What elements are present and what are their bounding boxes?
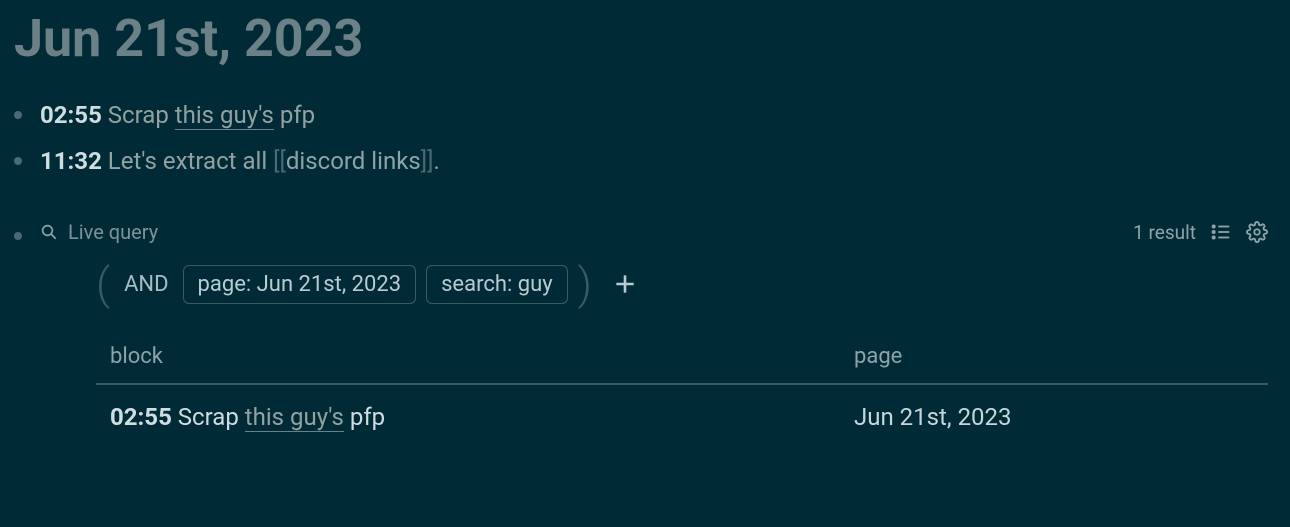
table-row[interactable]: 02:55 Scrap this guy's pfp Jun 21st, 202… bbox=[96, 385, 1268, 431]
page-reference-link[interactable]: discord links bbox=[286, 147, 421, 175]
result-time: 02:55 bbox=[110, 403, 172, 431]
result-count: 1 result bbox=[1133, 221, 1196, 244]
gear-icon[interactable] bbox=[1246, 221, 1268, 243]
block-time: 02:55 bbox=[40, 101, 102, 129]
result-text-post: pfp bbox=[344, 403, 385, 431]
add-filter-button[interactable] bbox=[612, 271, 638, 297]
page-title: Jun 21st, 2023 bbox=[0, 0, 1290, 99]
list-view-icon[interactable] bbox=[1210, 221, 1232, 243]
query-label: Live query bbox=[68, 220, 158, 244]
bullet-icon[interactable] bbox=[14, 157, 22, 165]
query-filter-row: ( AND page: Jun 21st, 2023 search: guy ) bbox=[96, 262, 1290, 306]
filter-chip-search[interactable]: search: guy bbox=[426, 265, 568, 304]
block-time: 11:32 bbox=[40, 147, 102, 175]
table-header: block page bbox=[96, 344, 1268, 385]
block-text-pre: Scrap bbox=[102, 101, 175, 129]
block-text-pre: Let's extract all bbox=[102, 147, 273, 175]
filter-chip-page[interactable]: page: Jun 21st, 2023 bbox=[183, 265, 417, 304]
column-header-block[interactable]: block bbox=[96, 344, 854, 369]
bullet-icon[interactable] bbox=[14, 111, 22, 119]
search-icon bbox=[40, 223, 58, 241]
query-results-table: block page 02:55 Scrap this guy's pfp Ju… bbox=[96, 344, 1268, 431]
column-header-page[interactable]: page bbox=[854, 344, 1268, 369]
paren-close: ) bbox=[578, 262, 592, 306]
paren-open: ( bbox=[96, 262, 110, 306]
block-text-post: . bbox=[434, 147, 440, 175]
block-link[interactable]: this guy's bbox=[175, 101, 274, 130]
block-content[interactable]: 11:32 Let's extract all [[discord links]… bbox=[40, 145, 440, 179]
bracket-close: ]] bbox=[421, 147, 434, 175]
query-operator[interactable]: AND bbox=[120, 272, 172, 297]
block-text-post: pfp bbox=[274, 101, 315, 129]
bullet-icon[interactable] bbox=[14, 232, 22, 240]
journal-block-list: 02:55 Scrap this guy's pfp 11:32 Let's e… bbox=[0, 99, 1290, 431]
journal-block[interactable]: 02:55 Scrap this guy's pfp bbox=[14, 99, 1290, 133]
query-block: Live query 1 result ( AND page: Jun 21st… bbox=[14, 220, 1290, 431]
bracket-open: [[ bbox=[273, 147, 286, 175]
result-text-pre: Scrap bbox=[172, 403, 245, 431]
result-page-cell[interactable]: Jun 21st, 2023 bbox=[854, 403, 1268, 431]
query-header: Live query 1 result bbox=[40, 220, 1290, 244]
result-block-cell[interactable]: 02:55 Scrap this guy's pfp bbox=[96, 403, 854, 431]
block-content[interactable]: 02:55 Scrap this guy's pfp bbox=[40, 99, 315, 133]
result-link[interactable]: this guy's bbox=[245, 403, 344, 432]
journal-block[interactable]: 11:32 Let's extract all [[discord links]… bbox=[14, 145, 1290, 179]
